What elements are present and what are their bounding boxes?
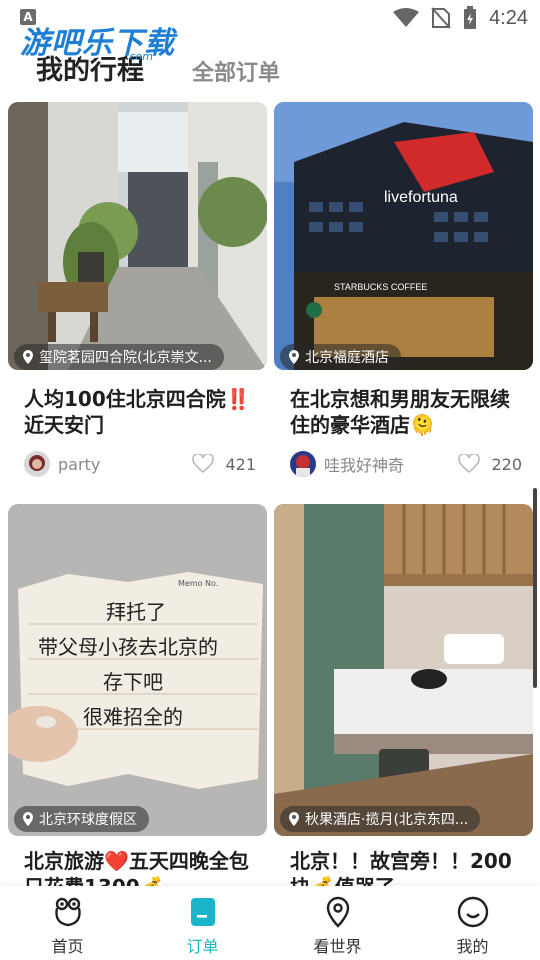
nav-label: 我的 [456, 937, 489, 956]
note-line: 很难招全的 [83, 705, 183, 729]
location-tag[interactable]: 北京福庭酒店 [280, 344, 401, 370]
location-pin-icon [23, 350, 33, 364]
no-sim-icon [431, 7, 451, 29]
watermark-domain: .com [126, 50, 153, 63]
wifi-icon [393, 8, 420, 27]
post-image-hotel[interactable]: livefortuna STARBUCKS COFFEE 北京福庭酒店 [274, 102, 533, 370]
like-count: 421 [225, 454, 256, 474]
nav-home[interactable]: 首页 [0, 886, 135, 960]
location-text: 北京福庭酒店 [305, 350, 389, 366]
note-line: 带父母小孩去北京的 [38, 635, 218, 659]
location-text: 北京环球度假区 [39, 812, 137, 828]
nav-label: 首页 [51, 937, 84, 956]
location-text: 玺院茗园四合院(北京崇文... [39, 350, 212, 366]
cafe-sign-text: STARBUCKS COFFEE [334, 282, 427, 292]
location-pin-icon [23, 812, 33, 826]
location-tag[interactable]: 北京环球度假区 [14, 806, 149, 832]
hotel-sign-text: livefortuna [384, 189, 458, 206]
nav-label: 订单 [186, 937, 219, 956]
frog-icon [54, 897, 81, 927]
location-pin-icon [289, 812, 299, 826]
post-title[interactable]: 人均100住北京四合院‼️近天安门 [24, 386, 260, 438]
nav-explore[interactable]: 看世界 [270, 886, 405, 960]
location-pin-icon [326, 896, 349, 928]
nav-orders[interactable]: 订单 [135, 886, 270, 960]
author-name[interactable]: 哇我好神奇 [324, 452, 458, 476]
note-line: 拜托了 [106, 600, 166, 624]
avatar[interactable] [24, 451, 50, 477]
scrollbar[interactable] [533, 488, 537, 688]
battery-charging-icon [464, 6, 477, 29]
post-meta: 哇我好神奇 220 [290, 450, 522, 478]
tab-all-orders[interactable]: 全部订单 [192, 55, 280, 87]
avatar[interactable] [290, 451, 316, 477]
post-image-courtyard[interactable]: 玺院茗园四合院(北京崇文... [8, 102, 267, 370]
heart-icon[interactable] [192, 454, 214, 474]
post-title[interactable]: 北京旅游❤️五天四晚全包只花费1300💰 [24, 848, 260, 886]
location-text: 秋果酒店·揽月(北京东四... [305, 812, 469, 828]
smiley-icon [457, 896, 488, 928]
author-name[interactable]: party [58, 455, 192, 474]
nav-label: 看世界 [313, 937, 362, 956]
post-title[interactable]: 在北京想和男朋友无限续住的豪华酒店🫠 [290, 386, 526, 438]
location-tag[interactable]: 玺院茗园四合院(北京崇文... [14, 344, 224, 370]
clock: 4:24 [489, 6, 528, 29]
like-count: 220 [491, 454, 522, 474]
bottom-nav: 首页 订单 看世界 我的 [0, 886, 540, 960]
location-pin-icon [289, 350, 299, 364]
location-tag[interactable]: 秋果酒店·揽月(北京东四... [280, 806, 481, 832]
post-feed: 玺院茗园四合院(北京崇文... 人均100住北京四合院‼️近天安门 party … [0, 96, 540, 886]
post-meta: party 421 [24, 450, 256, 478]
post-image-hotel-room[interactable]: 秋果酒店·揽月(北京东四... [274, 504, 533, 836]
nav-profile[interactable]: 我的 [405, 886, 540, 960]
note-line: 存下吧 [103, 670, 163, 694]
order-icon [190, 898, 215, 926]
note-corner-text: Memo No. [178, 579, 218, 588]
post-title[interactable]: 北京！！故宫旁！！200块💰值哭了 [290, 848, 526, 886]
post-image-handwritten-note[interactable]: Memo No. 拜托了 带父母小孩去北京的 存下吧 很难招全的 北京环球度假区 [8, 504, 267, 836]
heart-icon[interactable] [458, 454, 480, 474]
